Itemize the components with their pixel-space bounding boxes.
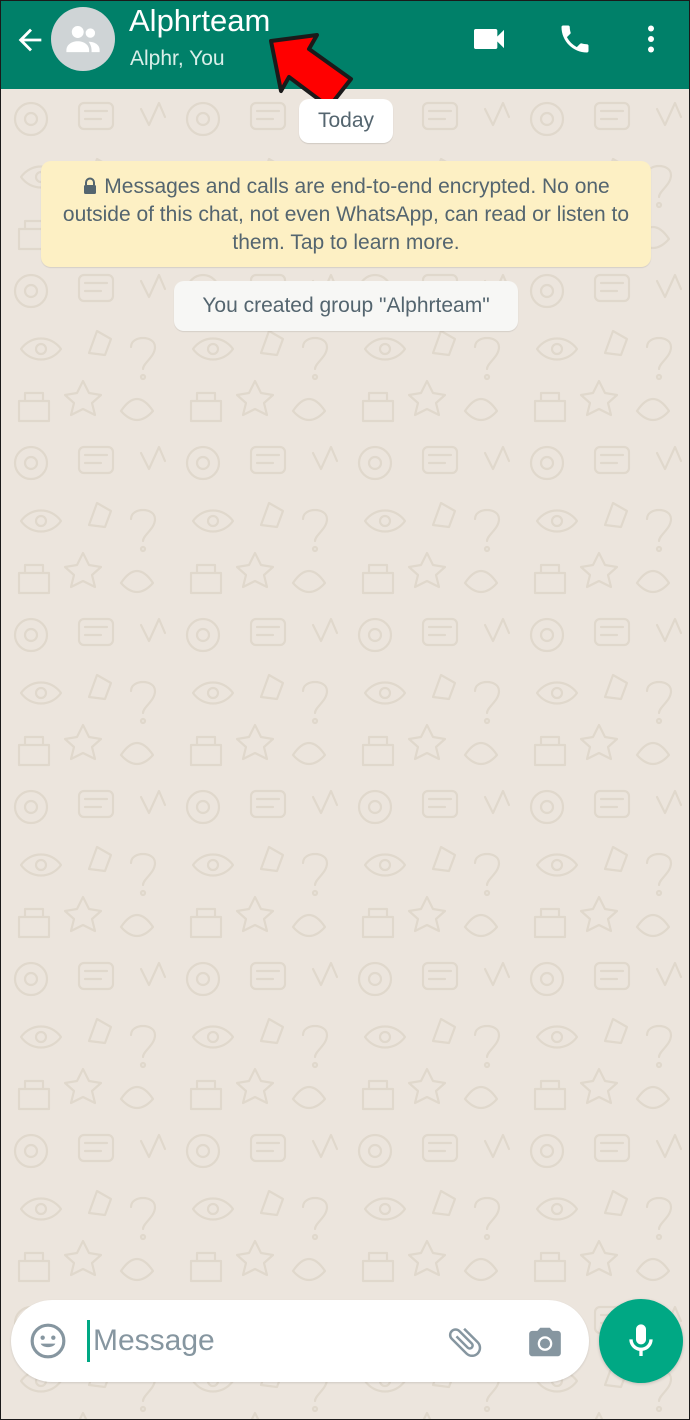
chat-title: Alphrteam [129, 3, 271, 38]
back-button[interactable] [9, 19, 51, 61]
voice-message-button[interactable] [599, 1299, 683, 1383]
chat-participants: Alphr, You [130, 47, 225, 70]
app-frame: Alphrteam Alphr, You Today Messages and … [0, 0, 690, 1420]
lock-icon [84, 177, 97, 194]
camera-button[interactable] [523, 1320, 567, 1364]
more-vert-icon [648, 25, 654, 53]
emoji-button[interactable] [27, 1320, 69, 1362]
system-message: You created group "Alphrteam" [174, 281, 518, 331]
microphone-icon [629, 1324, 653, 1356]
message-input[interactable] [93, 1316, 433, 1366]
date-divider: Today [299, 99, 393, 143]
message-composer [11, 1300, 589, 1382]
group-avatar[interactable] [51, 7, 115, 71]
paperclip-icon [448, 1327, 482, 1358]
encryption-notice-text: Messages and calls are end-to-end encryp… [62, 175, 630, 254]
arrow-back-icon [18, 28, 42, 52]
text-caret [87, 1320, 90, 1362]
more-options-button[interactable] [629, 17, 673, 61]
encryption-notice[interactable]: Messages and calls are end-to-end encryp… [41, 161, 651, 267]
emoji-icon [30, 1323, 66, 1359]
videocam-icon [474, 29, 504, 49]
phone-icon [561, 25, 589, 53]
camera-icon [529, 1327, 561, 1357]
voice-call-button[interactable] [553, 17, 597, 61]
video-call-button[interactable] [467, 17, 511, 61]
group-avatar-icon [66, 26, 100, 53]
attach-button[interactable] [443, 1320, 487, 1364]
